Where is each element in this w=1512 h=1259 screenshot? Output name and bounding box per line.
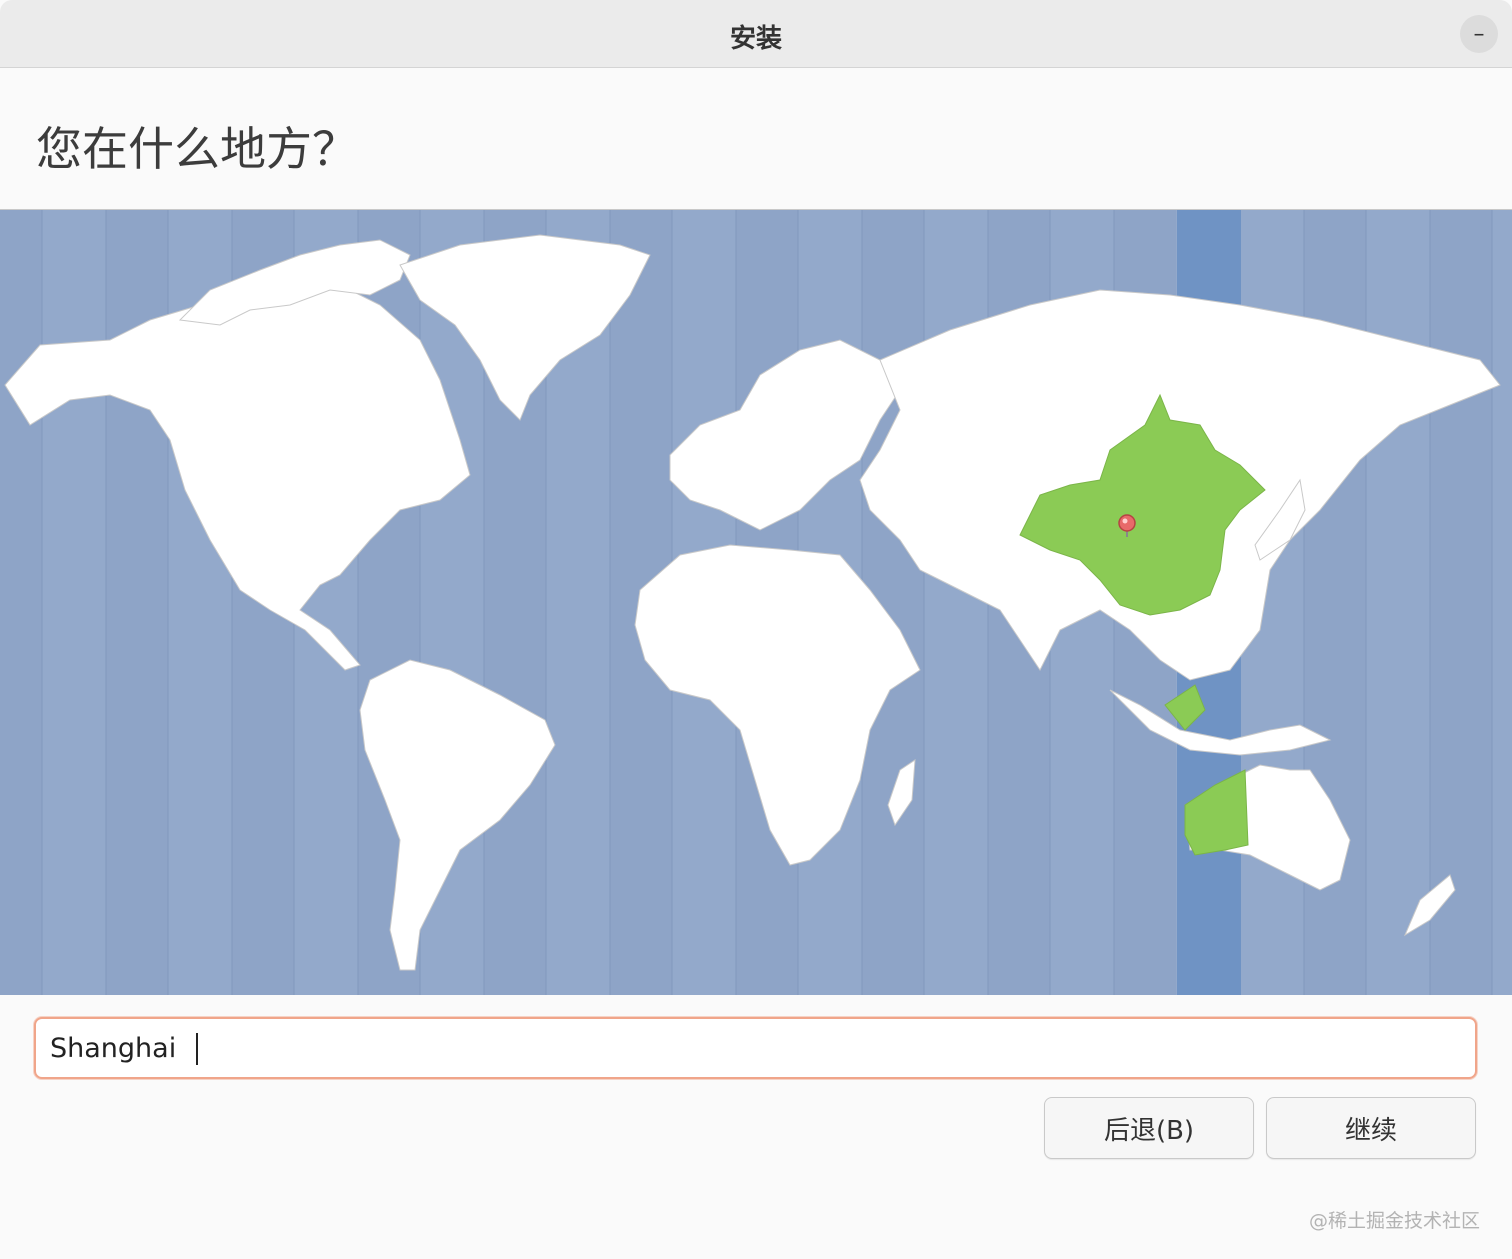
text-cursor xyxy=(196,1033,198,1065)
page-title: 您在什么地方？ xyxy=(36,122,358,176)
installer-window: 安装 – 您在什么地方？ Shanghai 后退(B) 继续 @稀土掘金技术社区 xyxy=(0,0,1512,1259)
watermark: @稀土掘金技术社区 xyxy=(1308,1210,1480,1232)
minimize-button[interactable]: – xyxy=(1460,15,1498,53)
continue-button[interactable]: 继续 xyxy=(1266,1097,1476,1159)
timezone-map[interactable] xyxy=(0,209,1512,995)
title-bar: 安装 – xyxy=(0,0,1512,68)
world-map[interactable] xyxy=(0,210,1512,995)
continue-button-label: 继续 xyxy=(1344,1115,1397,1146)
back-button-label: 后退(B) xyxy=(1103,1115,1195,1146)
location-search-field[interactable] xyxy=(34,1017,1477,1079)
minimize-icon: – xyxy=(1473,21,1485,47)
window-title: 安装 xyxy=(729,24,782,54)
back-button[interactable]: 后退(B) xyxy=(1044,1097,1254,1159)
location-search-input[interactable] xyxy=(36,1019,1475,1077)
